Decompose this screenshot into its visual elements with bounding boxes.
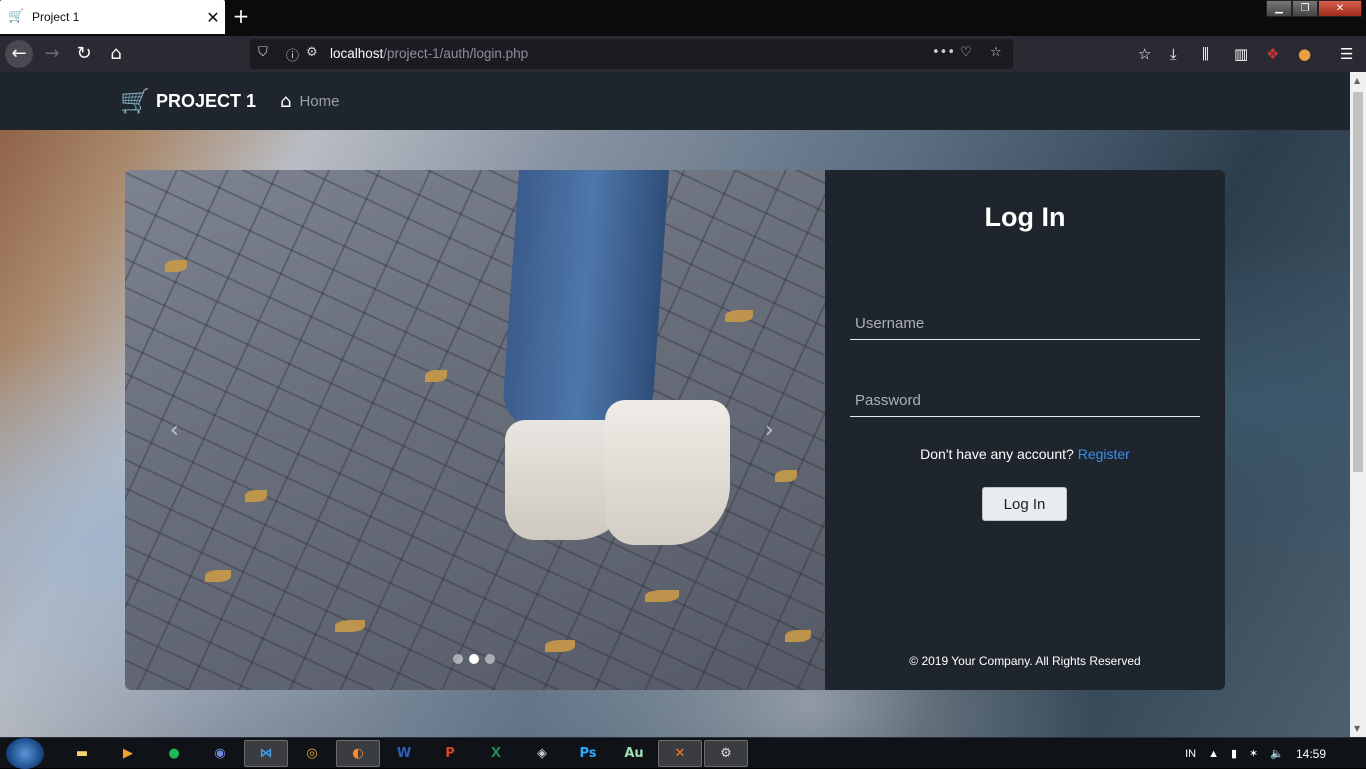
browser-tab[interactable]: 🛒 Project 1 ✕: [0, 0, 225, 34]
pocket-icon[interactable]: ♡: [960, 45, 972, 60]
brand-name: PROJECT 1: [156, 90, 257, 111]
url-text[interactable]: localhost/project-1/auth/login.php: [330, 46, 528, 61]
back-arrow-icon[interactable]: ←: [5, 40, 33, 68]
downloads-icon[interactable]: ⤓: [1170, 45, 1177, 63]
start-button[interactable]: [6, 738, 44, 769]
audition-icon[interactable]: Au: [612, 740, 656, 767]
sidebar-icon[interactable]: ▥: [1234, 45, 1248, 63]
library-icon[interactable]: ⫼: [1202, 45, 1209, 63]
home-icon[interactable]: ⌂: [102, 40, 130, 68]
home-icon: ⌂: [280, 91, 292, 112]
bookmarks-icon[interactable]: ☆: [1138, 45, 1151, 63]
leaf: [785, 630, 811, 642]
volume-icon[interactable]: 🔈: [1270, 747, 1284, 760]
scroll-up-icon[interactable]: ▲: [1354, 76, 1360, 85]
password-field[interactable]: [850, 385, 1200, 417]
login-panel: Log In Don't have any account? Register …: [825, 170, 1225, 690]
image-carousel: ‹ ›: [125, 170, 825, 690]
info-icon[interactable]: ⓘ: [286, 45, 299, 64]
scrollbar-thumb[interactable]: [1353, 92, 1363, 472]
register-prompt: Don't have any account?: [920, 446, 1074, 462]
login-card: ‹ › Log In Don't have any account? Regis…: [125, 170, 1225, 690]
browser-toolbar: ← → ↻ ⌂ ⛉ ⓘ ⚙ localhost/project-1/auth/l…: [0, 36, 1366, 72]
tray-expand-icon[interactable]: ▲: [1208, 748, 1219, 760]
brand[interactable]: 🛒 PROJECT 1: [120, 87, 256, 115]
photoshop-icon[interactable]: Ps: [566, 740, 610, 767]
firefox-icon[interactable]: ◐: [336, 740, 380, 767]
jeans-legs: [500, 170, 670, 430]
login-button[interactable]: Log In: [982, 487, 1067, 521]
shopping-cart-icon: 🛒: [120, 87, 150, 115]
close-tab-icon[interactable]: ✕: [201, 8, 225, 27]
register-link[interactable]: Register: [1078, 446, 1130, 462]
nav-home-link[interactable]: ⌂ Home: [280, 91, 339, 112]
xampp-icon[interactable]: ✕: [658, 740, 702, 767]
page-scrollbar[interactable]: ▲ ▼: [1350, 72, 1366, 737]
leaf: [545, 640, 575, 652]
extension-icon[interactable]: ❖: [1266, 45, 1279, 63]
reload-icon[interactable]: ↻: [70, 40, 98, 68]
address-bar[interactable]: ⛉ ⓘ ⚙ localhost/project-1/auth/login.php…: [250, 39, 1013, 69]
discord-icon[interactable]: ◉: [198, 740, 242, 767]
carousel-indicator-active[interactable]: [469, 654, 479, 664]
leaf: [335, 620, 365, 632]
menu-icon[interactable]: ☰: [1340, 45, 1353, 63]
carousel-indicators: [453, 654, 495, 664]
username-field[interactable]: [850, 308, 1200, 340]
new-tab-icon[interactable]: +: [230, 5, 252, 27]
media-player-icon[interactable]: ▶: [106, 740, 150, 767]
network-icon[interactable]: ✶: [1249, 747, 1258, 760]
shield-icon[interactable]: ⛉: [258, 45, 268, 60]
leaf: [645, 590, 679, 602]
carousel-next-icon[interactable]: ›: [765, 418, 774, 443]
taskbar: ▬ ▶ ● ◉ ⋈ ◎ ◐ W P X ◈ Ps Au ✕ ⚙ IN ▲ ▮ ✶…: [0, 737, 1366, 769]
permissions-icon[interactable]: ⚙: [306, 45, 318, 60]
tab-title: Project 1: [32, 10, 80, 24]
url-path: /project-1/auth/login.php: [383, 46, 529, 61]
minimize-button[interactable]: ▁: [1266, 0, 1292, 17]
power-icon[interactable]: ▮: [1231, 747, 1237, 760]
inkscape-icon[interactable]: ◈: [520, 740, 564, 767]
carousel-prev-icon[interactable]: ‹: [170, 418, 179, 443]
cart-favicon-icon: 🛒: [8, 9, 25, 24]
leaf: [165, 260, 187, 272]
restore-button[interactable]: ❐: [1292, 0, 1318, 17]
spotify-icon[interactable]: ●: [152, 740, 196, 767]
explorer-icon[interactable]: ▬: [60, 740, 104, 767]
copyright-footer: © 2019 Your Company. All Rights Reserved: [909, 654, 1141, 668]
nav-home-label: Home: [299, 93, 340, 110]
page-actions-icon[interactable]: •••: [932, 45, 955, 60]
page-background: 🛒 PROJECT 1 ⌂ Home ‹ › Log In Username D…: [0, 72, 1350, 737]
browser-tab-strip: 🛒 Project 1 ✕ + ▁ ❐ ✕: [0, 0, 1366, 36]
window-controls: ▁ ❐ ✕: [1266, 0, 1362, 17]
scroll-down-icon[interactable]: ▼: [1354, 724, 1360, 733]
leaf: [775, 470, 797, 482]
close-window-button[interactable]: ✕: [1318, 0, 1362, 17]
leaf: [205, 570, 231, 582]
register-prompt-line: Don't have any account? Register: [825, 446, 1225, 462]
extension-icon[interactable]: ●: [1298, 45, 1311, 63]
leaf: [245, 490, 267, 502]
excel-icon[interactable]: X: [474, 740, 518, 767]
url-host: localhost: [330, 46, 384, 61]
taskbar-apps: ▬ ▶ ● ◉ ⋈ ◎ ◐ W P X ◈ Ps Au ✕ ⚙: [60, 740, 750, 767]
carousel-indicator[interactable]: [453, 654, 463, 664]
site-navbar: 🛒 PROJECT 1 ⌂ Home: [0, 72, 1350, 130]
leaf: [425, 370, 447, 382]
carousel-indicator[interactable]: [485, 654, 495, 664]
system-tray: IN ▲ ▮ ✶ 🔈 14:59: [1185, 738, 1366, 769]
tool-icon[interactable]: ⚙: [704, 740, 748, 767]
vscode-icon[interactable]: ⋈: [244, 740, 288, 767]
word-icon[interactable]: W: [382, 740, 426, 767]
boot: [605, 400, 730, 545]
powerpoint-icon[interactable]: P: [428, 740, 472, 767]
bookmark-star-icon[interactable]: ☆: [990, 45, 1002, 60]
leaf: [725, 310, 753, 322]
language-indicator[interactable]: IN: [1185, 748, 1196, 760]
clock[interactable]: 14:59: [1296, 747, 1326, 761]
chrome-icon[interactable]: ◎: [290, 740, 334, 767]
forward-arrow-icon[interactable]: →: [38, 40, 66, 68]
login-heading: Log In: [984, 202, 1066, 232]
